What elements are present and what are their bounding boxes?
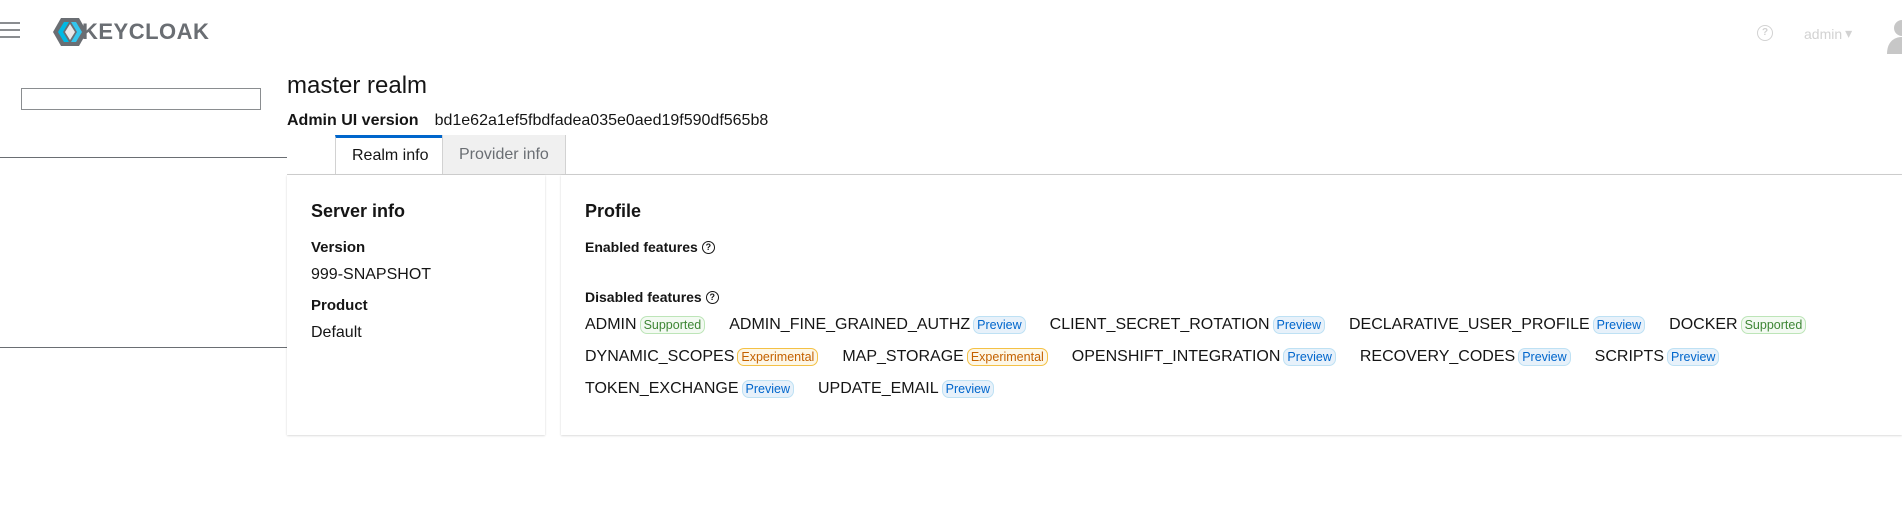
keycloak-logo[interactable]: KEYCLOAK: [52, 17, 209, 47]
user-menu-toggle[interactable]: admin ▾: [1804, 25, 1852, 42]
sidebar-divider: [0, 347, 287, 348]
feature-status-badge: Preview: [1272, 316, 1325, 334]
admin-ui-version: Admin UI version bd1e62a1ef5fbdfadea035e…: [287, 112, 768, 130]
feature-item: DYNAMIC_SCOPES Experimental: [585, 348, 819, 366]
caret-down-icon: ▾: [1845, 25, 1853, 41]
feature-status-badge: Preview: [941, 380, 995, 398]
feature-name: RECOVERY_CODES: [1359, 348, 1516, 365]
server-info-title: Server info: [311, 201, 406, 221]
disabled-features-heading: Disabled features ?: [585, 289, 719, 305]
feature-item: CLIENT_SECRET_ROTATION Preview: [1050, 316, 1325, 334]
feature-status-badge: Preview: [1518, 348, 1571, 366]
feature-item: SCRIPTS Preview: [1595, 348, 1720, 366]
feature-item: MAP_STORAGE Experimental: [842, 348, 1048, 366]
feature-status-badge: Preview: [1667, 348, 1720, 366]
product-value: Default: [311, 324, 362, 341]
user-name: admin: [1804, 25, 1843, 42]
feature-name: OPENSHIFT_INTEGRATION: [1071, 348, 1281, 365]
realm-selector-input[interactable]: [21, 88, 261, 110]
feature-item: DOCKER Supported: [1669, 316, 1807, 334]
feature-status-badge: Supported: [1740, 316, 1807, 334]
feature-item: OPENSHIFT_INTEGRATION Preview: [1072, 348, 1336, 366]
hamburger-icon[interactable]: [0, 22, 20, 42]
feature-row: DYNAMIC_SCOPES Experimental MAP_STORAGE Exp…: [585, 348, 1720, 366]
help-icon[interactable]: ?: [1757, 25, 1773, 41]
product-term: Product: [311, 297, 368, 314]
feature-name: CLIENT_SECRET_ROTATION: [1049, 316, 1270, 333]
profile-title: Profile: [585, 201, 642, 221]
feature-name: TOKEN_EXCHANGE: [585, 380, 739, 397]
brand-name: KEYCLOAK: [82, 19, 210, 44]
feature-status-badge: Supported: [639, 316, 706, 334]
tab-realm-info[interactable]: Realm info: [335, 135, 446, 175]
feature-name: ADMIN_FINE_GRAINED_AUTHZ: [729, 316, 971, 333]
feature-status-badge: Experimental: [737, 348, 819, 366]
feature-name: ADMIN: [585, 316, 637, 333]
enabled-features-label: Enabled features: [585, 239, 698, 255]
version-label: Admin UI version: [287, 112, 419, 129]
feature-item: DECLARATIVE_USER_PROFILE Preview: [1349, 316, 1646, 334]
feature-status-badge: Preview: [973, 316, 1026, 334]
version-value: bd1e62a1ef5fbdfadea035e0aed19f590df565b8: [434, 112, 769, 129]
disabled-features-label: Disabled features: [585, 289, 702, 305]
feature-name: DYNAMIC_SCOPES: [585, 348, 735, 365]
sidebar-divider: [0, 157, 287, 158]
feature-status-badge: Preview: [1283, 348, 1336, 366]
feature-status-badge: Experimental: [966, 348, 1048, 366]
help-icon[interactable]: ?: [705, 290, 719, 304]
server-info-card: Server info Version 999-SNAPSHOT Product…: [287, 175, 545, 435]
feature-name: MAP_STORAGE: [842, 348, 964, 365]
feature-name: UPDATE_EMAIL: [818, 380, 939, 397]
feature-row: TOKEN_EXCHANGE Preview UPDATE_EMAIL Preview: [585, 380, 995, 398]
feature-item: TOKEN_EXCHANGE Preview: [585, 380, 794, 398]
feature-status-badge: Preview: [1592, 316, 1646, 334]
avatar-icon[interactable]: [1884, 18, 1902, 54]
feature-status-badge: Preview: [741, 380, 794, 398]
feature-row: ADMIN Supported ADMIN_FINE_GRAINED_AUTHZ Pr…: [585, 316, 1807, 334]
version-term: Version: [311, 239, 366, 256]
feature-name: DECLARATIVE_USER_PROFILE: [1349, 316, 1590, 333]
enabled-features-heading: Enabled features ?: [585, 239, 715, 255]
feature-item: ADMIN_FINE_GRAINED_AUTHZ Preview: [729, 316, 1026, 334]
feature-item: ADMIN Supported: [585, 316, 706, 334]
feature-name: SCRIPTS: [1594, 348, 1664, 365]
profile-card: Profile Enabled features ? Disabled feat…: [561, 175, 1902, 435]
feature-item: UPDATE_EMAIL Preview: [818, 380, 995, 398]
feature-name: DOCKER: [1669, 316, 1738, 333]
tab-provider-info[interactable]: Provider info: [442, 135, 566, 175]
help-icon[interactable]: ?: [701, 240, 715, 254]
feature-item: RECOVERY_CODES Preview: [1360, 348, 1571, 366]
page-title: master realm: [287, 72, 428, 99]
version-value: 999-SNAPSHOT: [311, 266, 432, 283]
